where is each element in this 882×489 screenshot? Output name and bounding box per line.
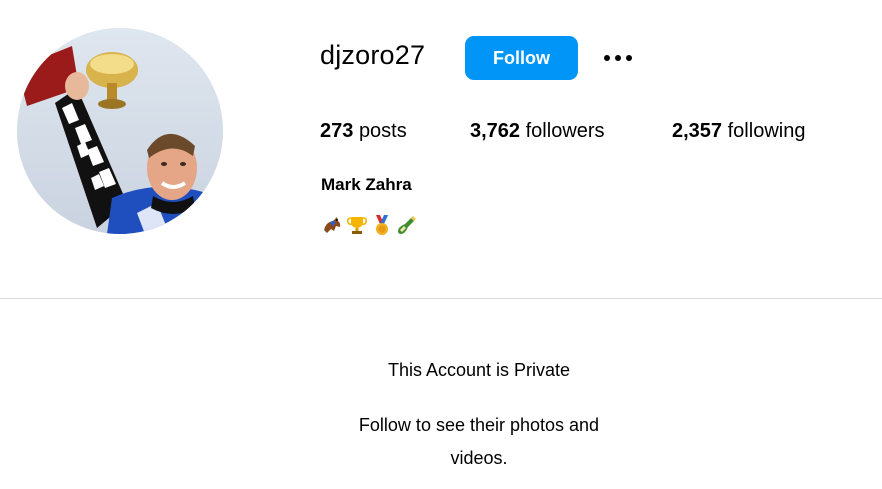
divider xyxy=(0,298,882,299)
posts-count: 273 posts xyxy=(320,120,407,143)
medal-emoji-icon xyxy=(376,215,388,235)
trophy-emoji-icon xyxy=(347,217,367,234)
posts-label: posts xyxy=(358,120,407,142)
champagne-emoji-icon xyxy=(398,216,416,234)
dot xyxy=(615,55,621,61)
bio xyxy=(321,212,418,238)
posts-number: 273 xyxy=(320,120,354,142)
dot xyxy=(604,55,610,61)
following-link[interactable]: 2,357 following xyxy=(672,120,805,143)
profile-page: djzoro27 Follow 273 posts 3,762 follower… xyxy=(0,0,882,489)
followers-number: 3,762 xyxy=(470,120,521,142)
avatar[interactable] xyxy=(17,28,223,234)
full-name: Mark Zahra xyxy=(321,175,412,194)
private-account-subtitle: Follow to see their photos and videos. xyxy=(358,415,600,468)
avatar-photo xyxy=(17,28,223,234)
username: djzoro27 xyxy=(320,40,426,70)
more-options-icon[interactable] xyxy=(598,46,638,70)
dot xyxy=(626,55,632,61)
followers-link[interactable]: 3,762 followers xyxy=(470,120,605,143)
racehorse-emoji-icon xyxy=(324,217,341,233)
private-account-title: This Account is Private xyxy=(387,360,571,380)
following-label: following xyxy=(727,120,806,142)
following-number: 2,357 xyxy=(672,120,723,142)
follow-button[interactable]: Follow xyxy=(465,36,578,80)
followers-label: followers xyxy=(525,120,605,142)
